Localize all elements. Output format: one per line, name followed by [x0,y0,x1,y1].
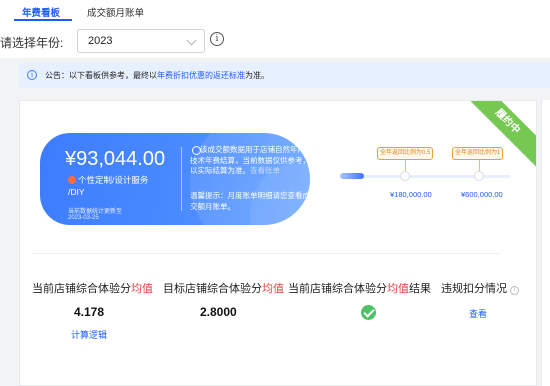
score-result-label: 当前店铺综合体验分均值结果 [288,280,431,296]
status-ribbon-label: 履约中 [492,107,522,137]
year-filter-label: 请选择年份: [0,36,64,50]
tab-monthly-bill[interactable]: 成交额月账单 [87,5,144,19]
section-divider [31,253,501,254]
sales-amount: ¥93,044.00 [65,148,166,170]
annual-fee-panel: 履约中 ¥93,044.00 个性定制/设计服务 /DIY 当前数据统计更新至 … [19,100,537,386]
service-category-line1: 个性定制/设计服务 [78,175,149,185]
year-select-value: 2023 [88,35,113,47]
current-score-label: 当前店铺综合体验分均值 [32,280,153,296]
violation-deduction-label: 违规扣分情况 i [441,280,519,296]
info-icon: i [27,70,37,80]
metric-label-highlight: 均值 [262,283,284,295]
metric-label-text: 违规扣分情况 [441,283,507,295]
chevron-down-icon [186,35,197,46]
progress-fill [340,173,364,179]
update-date: 2023-03-25 [68,215,99,221]
service-category: 个性定制/设计服务 [68,174,148,186]
metric-label-suffix: 结果 [409,283,431,295]
metric-label-highlight: 均值 [131,283,153,295]
notice-text: 公告：以下看板供参考，最终以年费折扣优惠的返还标准为准。 [45,70,269,81]
refund-standard-link[interactable]: 年费折扣优惠的返还标准 [157,71,245,80]
view-violations-link[interactable]: 查看 [469,307,487,320]
check-icon [361,305,376,320]
help-icon[interactable]: i [510,286,519,295]
milestone-amount-2: ¥600,000.00 [461,190,503,199]
tab-bar: 年费看板 成交额月账单 [0,0,550,22]
year-filter-row: 请选择年份: 2023 i [0,22,550,58]
data-usage-note: 该成交额数据用于店铺自然年内的技术年费结算，当前数据仅供参考，以实际结算为准。查… [190,145,310,177]
milestone-marker-2 [474,171,484,181]
metric-label-text: 当前店铺综合体验分 [32,283,131,295]
sales-summary-card: ¥93,044.00 个性定制/设计服务 /DIY 当前数据统计更新至 2023… [40,133,310,225]
info-icon[interactable]: i [210,32,224,46]
progress-track [340,175,510,178]
notice-suffix: 为准。 [245,71,269,80]
update-label: 当前数据统计更新至 [68,209,123,215]
milestone-tag-1: 全年返回比例为0.5 [377,147,434,160]
calculation-logic-link[interactable]: 计算逻辑 [71,328,107,341]
milestone-marker-1 [400,171,410,181]
tab-annual-fee-board[interactable]: 年费看板 [22,5,60,19]
current-score-value: 4.178 [74,305,105,319]
metric-label-text: 当前店铺综合体验分 [288,283,387,295]
adjacent-panel-edge [541,100,550,386]
target-score-label: 目标店铺综合体验分均值 [163,280,284,296]
card-divider [181,147,182,211]
monthly-bill-tip: 温馨提示：月度账单明细请您查看成交额月账单。 [190,191,310,211]
notice-bar: i 公告：以下看板供参考，最终以年费折扣优惠的返还标准为准。 [19,63,550,88]
milestone-tag-2: 全年返回比例为1 [452,147,504,160]
category-icon [68,176,76,184]
target-score-value: 2.8000 [200,305,237,319]
metric-label-text: 目标店铺综合体验分 [163,283,262,295]
year-select[interactable]: 2023 [77,29,205,53]
active-tab-indicator [14,19,72,21]
notice-prefix: 公告：以下看板供参考，最终以 [45,71,157,80]
view-bill-link[interactable]: 查看账单 [250,166,280,175]
service-category-line2: /DIY [68,187,85,197]
milestone-amount-1: ¥180,000.00 [390,190,432,199]
metric-label-highlight: 均值 [387,283,409,295]
